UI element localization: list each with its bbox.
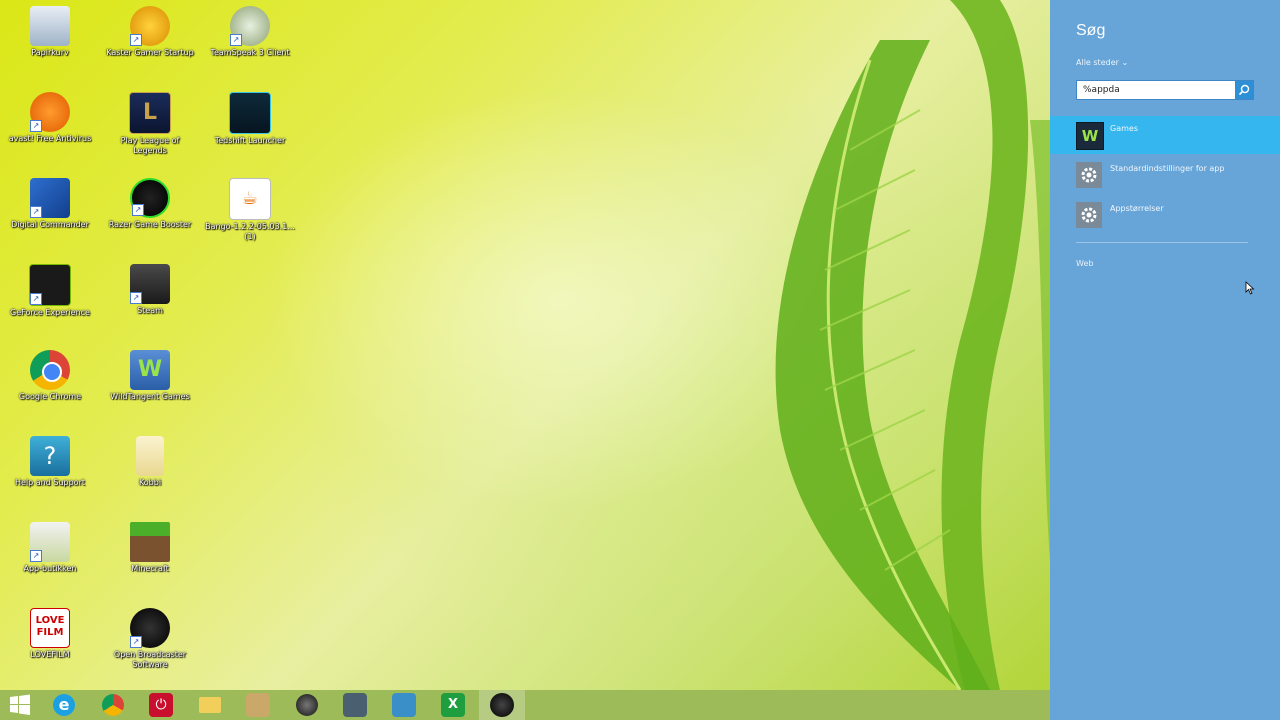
desktop-icon-kobbi[interactable]: Kobbi — [102, 430, 198, 488]
obs-icon: ↗ — [130, 608, 170, 648]
taskbar-obs[interactable] — [479, 690, 525, 720]
gear-icon — [1076, 202, 1102, 228]
gear-icon — [1076, 162, 1102, 188]
desktop-icon-chrome[interactable]: Google Chrome — [2, 344, 98, 402]
web-search-link[interactable]: Web — [1076, 259, 1093, 268]
desktop-icon-wildtangent[interactable]: W WildTangent Games — [102, 344, 198, 402]
search-input[interactable] — [1077, 81, 1239, 99]
teamspeak-icon: ↗ — [230, 6, 270, 46]
taskbar-file-explorer[interactable] — [198, 693, 222, 717]
minecraft-icon — [130, 522, 170, 562]
nvidia-icon: ↗ — [29, 264, 71, 306]
store-bag-icon: ↗ — [30, 522, 70, 562]
search-icon — [1238, 84, 1250, 96]
taskbar-power-app[interactable]: ⏻ — [149, 693, 173, 717]
search-box — [1076, 80, 1254, 100]
taskbar-app-7[interactable] — [343, 693, 367, 717]
desktop-icon-kaster[interactable]: ↗ Kaster Gamer Startup — [102, 0, 198, 58]
taskbar-excel[interactable]: X — [441, 693, 465, 717]
chrome-center-icon — [42, 362, 62, 382]
desktop-icon-recycle-bin[interactable]: Papirkurv — [2, 0, 98, 58]
avast-icon: ↗ — [30, 92, 70, 132]
desktop-icon-tedshift[interactable]: Tedshift Launcher — [202, 86, 298, 146]
desktop-icon-bango[interactable]: ☕ Bango-1.2.2-05.03.1... (1) — [202, 172, 298, 242]
desktop-icon-teamspeak[interactable]: ↗ TeamSpeak 3 Client — [202, 0, 298, 58]
taskbar-app-8[interactable] — [392, 693, 416, 717]
kaster-icon: ↗ — [130, 6, 170, 46]
internet-explorer-icon: e — [53, 694, 75, 716]
folder-icon — [136, 436, 164, 476]
media-icon — [296, 694, 318, 716]
results-divider — [1076, 242, 1248, 243]
commander-icon: ↗ — [30, 178, 70, 218]
search-button[interactable] — [1235, 81, 1253, 99]
razer-icon: ↗ — [130, 178, 170, 218]
mouse-cursor-icon — [1245, 281, 1255, 295]
charm-title: Søg — [1076, 22, 1106, 39]
folder-icon — [199, 697, 221, 713]
desktop-icon-minecraft[interactable]: Minecraft — [102, 516, 198, 574]
gear-glyph-icon — [1081, 207, 1097, 223]
start-button[interactable] — [8, 693, 32, 717]
search-result-app-defaults[interactable]: Standardindstillinger for app — [1050, 156, 1280, 194]
windows-logo-icon — [10, 694, 30, 715]
desktop-icon-store[interactable]: ↗ App-butikken — [2, 516, 98, 574]
desktop-icon-avast[interactable]: ↗ avast! Free Antivirus — [2, 86, 98, 144]
search-result-app-sizes[interactable]: Appstørrelser — [1050, 196, 1280, 234]
obs-icon — [490, 693, 514, 717]
wildtangent-icon: W — [130, 350, 170, 390]
league-icon: L — [129, 92, 171, 134]
excel-icon: X — [447, 697, 459, 712]
taskbar-chrome[interactable] — [101, 693, 125, 717]
desktop-icon-help[interactable]: ? Help and Support — [2, 430, 98, 488]
lovefilm-icon: LOVE FILM — [30, 608, 70, 648]
desktop-icon-league[interactable]: L Play League of Legends — [102, 86, 198, 156]
gear-glyph-icon — [1081, 167, 1097, 183]
leaf-wallpaper-graphic — [775, 0, 1050, 690]
desktop-icon-lovefilm[interactable]: LOVE FILM LOVEFILM — [2, 602, 98, 660]
taskbar-app-5[interactable] — [246, 693, 270, 717]
chrome-icon — [30, 350, 70, 390]
search-result-games[interactable]: W Games — [1050, 116, 1280, 154]
desktop-icon-razer[interactable]: ↗ Razer Game Booster — [102, 172, 198, 230]
steam-icon: ↗ — [130, 264, 170, 304]
wildtangent-games-icon: W — [1076, 122, 1104, 150]
desktop-icon-geforce[interactable]: ↗ GeForce Experience — [2, 258, 98, 318]
desktop-icon-obs[interactable]: ↗ Open Broadcaster Software — [102, 602, 198, 670]
taskbar-app-6[interactable] — [295, 693, 319, 717]
java-icon: ☕ — [229, 178, 271, 220]
taskbar: e ⏻ X — [0, 690, 1050, 720]
desktop-icon-steam[interactable]: ↗ Steam — [102, 258, 198, 316]
taskbar-internet-explorer[interactable]: e — [52, 693, 76, 717]
search-scope-dropdown[interactable]: Alle steder ⌄ — [1076, 58, 1128, 67]
desktop[interactable]: Papirkurv ↗ avast! Free Antivirus ↗ Digi… — [0, 0, 1050, 690]
power-icon: ⏻ — [155, 697, 167, 713]
help-icon: ? — [30, 436, 70, 476]
desktop-icon-digital-commander[interactable]: ↗ Digital Commander — [2, 172, 98, 230]
recycle-bin-icon — [30, 6, 70, 46]
search-charm-panel: Søg Alle steder ⌄ W Games Standardindsti… — [1050, 0, 1280, 720]
tedshift-icon — [229, 92, 271, 134]
chrome-icon — [102, 694, 124, 716]
